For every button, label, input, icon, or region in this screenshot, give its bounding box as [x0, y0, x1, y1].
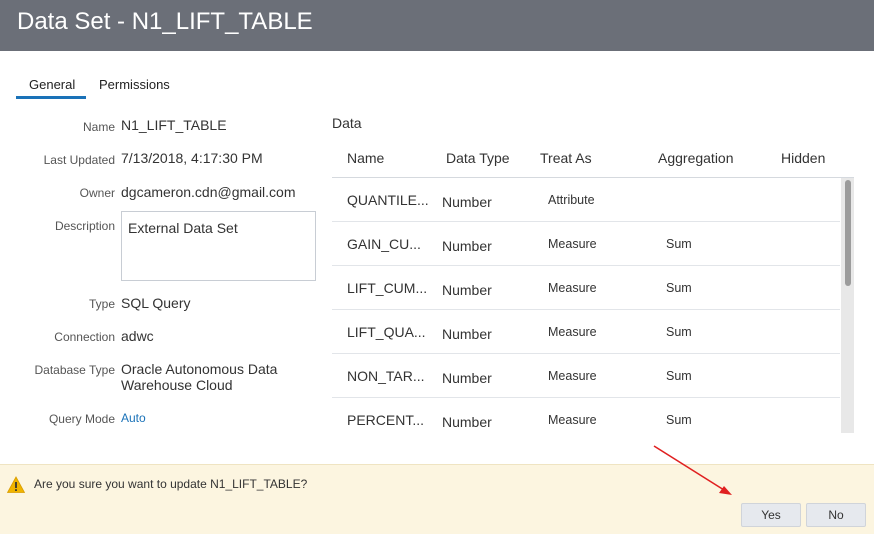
row-data-type-cell: Number: [442, 370, 492, 386]
table-row[interactable]: QUANTILE... Number Attribute: [332, 178, 840, 222]
table-row[interactable]: LIFT_CUM... Number Measure Sum: [332, 266, 840, 310]
row-data-type-cell: Number: [442, 282, 492, 298]
name-label: Name: [82, 120, 115, 134]
column-header-name[interactable]: Name: [347, 150, 384, 166]
row-aggregation-cell[interactable]: Sum: [666, 281, 692, 295]
column-header-hidden[interactable]: Hidden: [781, 150, 825, 166]
table-row[interactable]: LIFT_QUA... Number Measure Sum: [332, 310, 840, 354]
row-treat-as-cell[interactable]: Measure: [548, 237, 597, 251]
row-treat-as-cell[interactable]: Measure: [548, 325, 597, 339]
row-treat-as-cell[interactable]: Measure: [548, 369, 597, 383]
row-data-type-cell: Number: [442, 238, 492, 254]
description-field[interactable]: External Data Set: [121, 211, 316, 281]
owner-label: Owner: [79, 186, 115, 200]
row-data-type-cell: Number: [442, 194, 492, 210]
table-row[interactable]: GAIN_CU... Number Measure Sum: [332, 222, 840, 266]
row-aggregation-cell[interactable]: Sum: [666, 369, 692, 383]
row-aggregation-cell[interactable]: Sum: [666, 325, 692, 339]
row-aggregation-cell[interactable]: Sum: [666, 413, 692, 427]
row-treat-as-cell[interactable]: Attribute: [548, 193, 595, 207]
row-name-cell: GAIN_CU...: [347, 236, 421, 252]
data-section-title: Data: [332, 115, 362, 131]
dialog-titlebar: Data Set - N1_LIFT_TABLE: [0, 0, 874, 51]
confirmation-message: Are you sure you want to update N1_LIFT_…: [34, 477, 308, 491]
row-aggregation-cell[interactable]: Sum: [666, 237, 692, 251]
no-button[interactable]: No: [806, 503, 866, 527]
row-treat-as-cell[interactable]: Measure: [548, 281, 597, 295]
row-name-cell: QUANTILE...: [347, 192, 429, 208]
description-label: Description: [54, 219, 115, 233]
warning-triangle-icon: [7, 476, 25, 493]
database-type-label: Database Type: [34, 363, 115, 377]
annotation-arrow: [653, 445, 732, 495]
row-name-cell: LIFT_CUM...: [347, 280, 428, 296]
type-label: Type: [88, 297, 115, 311]
last-updated-value: 7/13/2018, 4:17:30 PM: [121, 150, 263, 166]
column-header-aggregation[interactable]: Aggregation: [658, 150, 734, 166]
row-treat-as-cell[interactable]: Measure: [548, 413, 597, 427]
query-mode-link[interactable]: Auto: [121, 411, 146, 425]
dialog-title: Data Set - N1_LIFT_TABLE: [17, 8, 313, 35]
tab-general[interactable]: General: [29, 77, 75, 92]
type-value: SQL Query: [121, 295, 191, 311]
row-data-type-cell: Number: [442, 414, 492, 430]
connection-label: Connection: [54, 330, 115, 344]
row-data-type-cell: Number: [442, 326, 492, 342]
last-updated-label: Last Updated: [43, 153, 115, 167]
row-name-cell: PERCENT...: [347, 412, 425, 428]
table-row[interactable]: PERCENT... Number Measure Sum: [332, 398, 840, 433]
data-grid: QUANTILE... Number Attribute GAIN_CU... …: [332, 178, 854, 433]
database-type-value: Oracle Autonomous Data Warehouse Cloud: [121, 361, 278, 393]
grid-scrollbar-thumb[interactable]: [845, 180, 851, 286]
name-value: N1_LIFT_TABLE: [121, 117, 227, 133]
yes-button[interactable]: Yes: [741, 503, 801, 527]
tab-permissions[interactable]: Permissions: [99, 77, 170, 92]
column-header-data-type[interactable]: Data Type: [446, 150, 510, 166]
query-mode-label: Query Mode: [48, 412, 115, 426]
active-tab-indicator: [16, 96, 86, 99]
owner-value: dgcameron.cdn@gmail.com: [121, 184, 296, 200]
column-header-treat-as[interactable]: Treat As: [540, 150, 592, 166]
row-name-cell: LIFT_QUA...: [347, 324, 426, 340]
row-name-cell: NON_TAR...: [347, 368, 425, 384]
table-row[interactable]: NON_TAR... Number Measure Sum: [332, 354, 840, 398]
connection-value: adwc: [121, 328, 154, 344]
